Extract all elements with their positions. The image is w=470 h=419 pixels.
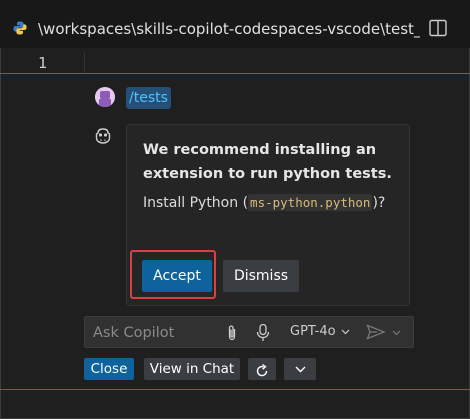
line-number: 1	[38, 54, 48, 72]
python-icon	[13, 21, 27, 35]
model-label: GPT-4o	[290, 324, 336, 339]
copilot-icon	[95, 128, 111, 144]
send-options-chevron-icon[interactable]	[392, 330, 401, 336]
inline-chat-top-rule	[0, 73, 470, 74]
body-prefix: Install Python (	[143, 195, 249, 211]
editor-tab-title[interactable]: \workspaces\skills-copilot-codespaces-vs…	[38, 20, 420, 38]
response-heading: We recommend installing an extension to …	[143, 142, 392, 182]
rerun-button[interactable]	[248, 358, 276, 380]
dismiss-button[interactable]: Dismiss	[223, 260, 299, 292]
inline-chat-bottom-rule	[0, 389, 470, 390]
split-editor-icon[interactable]	[428, 19, 448, 37]
chevron-down-icon	[341, 329, 350, 334]
attach-icon[interactable]	[225, 324, 239, 342]
response-body: Install Python (ms-python.python)?	[143, 191, 398, 215]
ask-copilot-input[interactable]	[93, 323, 218, 343]
accept-button[interactable]: Accept	[142, 260, 212, 292]
user-avatar	[95, 87, 115, 107]
gutter-divider	[84, 52, 85, 74]
more-actions-button[interactable]	[284, 358, 316, 380]
rerun-icon	[256, 363, 268, 376]
extension-id: ms-python.python	[248, 194, 373, 211]
model-selector[interactable]: GPT-4o	[290, 324, 350, 339]
body-suffix: )?	[372, 195, 386, 211]
slash-command-tests: /tests	[126, 87, 171, 109]
chat-input-box: GPT-4o	[84, 316, 414, 348]
view-in-chat-button[interactable]: View in Chat	[144, 358, 240, 380]
close-button[interactable]: Close	[84, 358, 134, 380]
send-icon[interactable]	[366, 324, 386, 340]
chevron-down-icon	[295, 366, 305, 372]
mic-icon[interactable]	[256, 323, 270, 343]
editor-tab-bar: \workspaces\skills-copilot-codespaces-vs…	[0, 0, 470, 48]
